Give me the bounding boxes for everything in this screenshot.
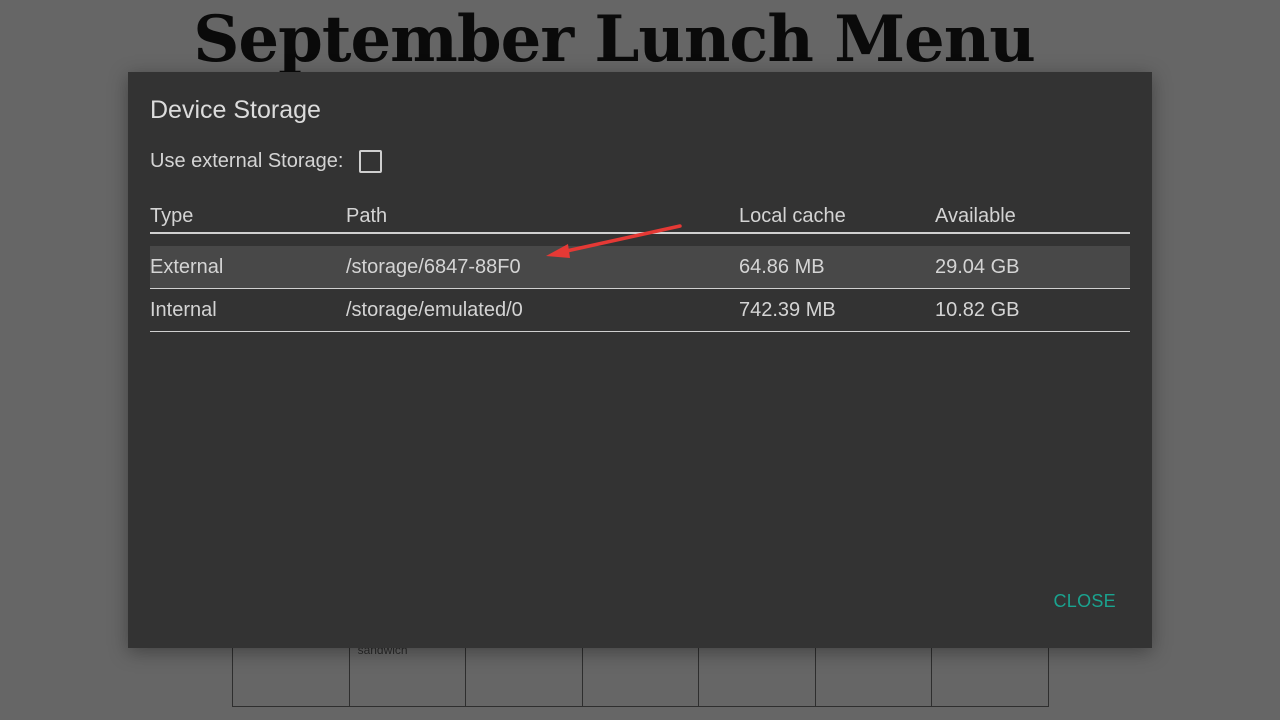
cell-local-cache: 64.86 MB bbox=[739, 255, 825, 278]
cell-local-cache: 742.39 MB bbox=[739, 298, 836, 321]
cell-path: /storage/emulated/0 bbox=[346, 298, 523, 321]
column-header-path: Path bbox=[346, 204, 388, 227]
cell-type: Internal bbox=[150, 298, 217, 321]
use-external-storage-checkbox[interactable] bbox=[359, 150, 383, 173]
column-header-local-cache: Local cache bbox=[739, 204, 846, 227]
dialog-title: Device Storage bbox=[150, 96, 321, 124]
screen: September Lunch Menu sandwich Device Sto… bbox=[0, 0, 1280, 720]
use-external-storage-row: Use external Storage: bbox=[150, 150, 383, 173]
table-header: Type Path Local cache Available bbox=[150, 200, 1130, 234]
cell-path: /storage/6847-88F0 bbox=[346, 255, 521, 278]
device-storage-dialog: Device Storage Use external Storage: Typ… bbox=[128, 72, 1152, 648]
column-header-type: Type bbox=[150, 204, 194, 227]
cell-type: External bbox=[150, 255, 224, 278]
table-row-external[interactable]: External /storage/6847-88F0 64.86 MB 29.… bbox=[150, 246, 1130, 289]
column-header-available: Available bbox=[935, 204, 1016, 227]
storage-table: Type Path Local cache Available External… bbox=[150, 200, 1130, 332]
cell-available: 29.04 GB bbox=[935, 255, 1020, 278]
background-page-title: September Lunch Menu bbox=[193, 2, 1036, 77]
table-body: External /storage/6847-88F0 64.86 MB 29.… bbox=[150, 246, 1130, 332]
cell-available: 10.82 GB bbox=[935, 298, 1020, 321]
close-button[interactable]: CLOSE bbox=[1053, 591, 1116, 612]
table-row-internal[interactable]: Internal /storage/emulated/0 742.39 MB 1… bbox=[150, 289, 1130, 332]
use-external-storage-label: Use external Storage: bbox=[150, 150, 344, 172]
